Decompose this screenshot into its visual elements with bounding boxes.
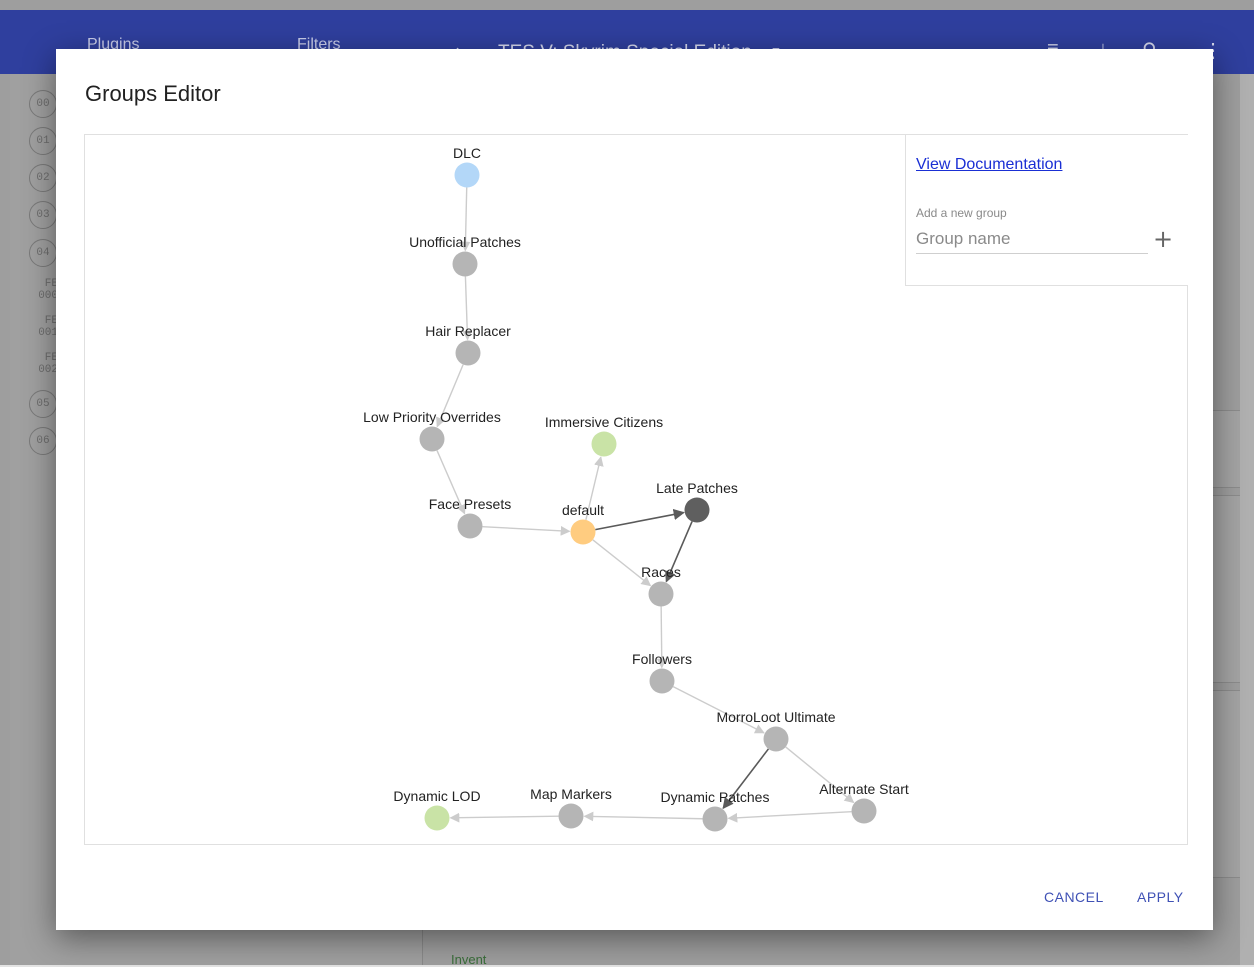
graph-node-label: Followers [632, 651, 692, 667]
graph-node-dynlod[interactable]: Dynamic LOD [393, 788, 481, 831]
graph-node-circle[interactable] [558, 803, 584, 829]
graph-node-unofficial[interactable]: Unofficial Patches [409, 234, 521, 277]
graph-node-circle[interactable] [851, 798, 877, 824]
graph-node-circle[interactable] [684, 497, 710, 523]
add-group-label: Add a new group [916, 206, 1007, 220]
graph-node-label: MorroLoot Ultimate [716, 709, 835, 725]
graph-nodes: DLC Unofficial Patches Hair Replacer Low Pr… [363, 145, 909, 832]
plugin-index: FE 000 [38, 278, 58, 302]
plugin-card [1210, 410, 1240, 488]
graph-node-label: Hair Replacer [425, 323, 511, 339]
plugin-card [1210, 495, 1240, 683]
plugin-index: FE 001 [38, 315, 58, 339]
plugin-card [1210, 690, 1240, 878]
graph-node-default[interactable]: default [562, 502, 604, 545]
graph-edge-default-to-late[interactable] [595, 508, 685, 531]
graph-node-circle[interactable] [424, 805, 450, 831]
scrollbar[interactable] [1240, 74, 1254, 965]
side-panel: View Documentation Add a new group + [905, 135, 1188, 286]
plugin-index: 01 [29, 127, 57, 155]
plugin-index: 00 [29, 90, 57, 118]
graph-node-alternate[interactable]: Alternate Start [819, 781, 909, 824]
graph-edge-alternate-to-dynpatch[interactable] [727, 810, 852, 823]
graph-node-immersive[interactable]: Immersive Citizens [545, 414, 663, 457]
graph-node-circle[interactable] [452, 251, 478, 277]
plugin-index: 02 [29, 164, 57, 192]
graph-node-label: Unofficial Patches [409, 234, 521, 250]
graph-node-label: DLC [453, 145, 481, 161]
graph-node-circle[interactable] [763, 726, 789, 752]
plugin-index: 06 [29, 427, 57, 455]
dialog-title: Groups Editor [85, 81, 221, 106]
graph-edge-mapmarkers-to-dynlod[interactable] [449, 812, 559, 823]
graph-node-label: Races [641, 564, 681, 580]
graph-node-label: Dynamic LOD [393, 788, 480, 804]
apply-button[interactable]: APPLY [1137, 889, 1184, 905]
graph-node-circle[interactable] [702, 806, 728, 832]
graph-node-followers[interactable]: Followers [632, 651, 692, 694]
graph-node-races[interactable]: Races [641, 564, 681, 607]
graph-node-circle[interactable] [591, 431, 617, 457]
graph-node-hair[interactable]: Hair Replacer [425, 323, 511, 366]
graph-node-circle[interactable] [455, 340, 481, 366]
view-documentation-link[interactable]: View Documentation [916, 156, 1062, 174]
graph-node-lowpri[interactable]: Low Priority Overrides [363, 409, 501, 452]
cancel-button[interactable]: CANCEL [1044, 889, 1104, 905]
graph-node-label: Late Patches [656, 480, 738, 496]
graph-node-circle[interactable] [570, 519, 596, 545]
plus-icon[interactable]: + [1152, 227, 1174, 251]
group-graph[interactable]: DLC Unofficial Patches Hair Replacer Low Pr… [84, 134, 1188, 845]
graph-node-dynpatch[interactable]: Dynamic Patches [661, 789, 770, 832]
graph-node-label: Face Presets [429, 496, 511, 512]
graph-node-circle[interactable] [454, 162, 480, 188]
graph-node-label: Immersive Citizens [545, 414, 663, 430]
graph-node-circle[interactable] [419, 426, 445, 452]
graph-node-morroloot[interactable]: MorroLoot Ultimate [716, 709, 836, 752]
graph-edge-dynpatch-to-mapmarkers[interactable] [583, 811, 703, 822]
graph-node-circle[interactable] [648, 581, 674, 607]
graph-node-dlc[interactable]: DLC [453, 145, 481, 188]
groups-editor-dialog: Groups Editor DLC Unofficial Patches Hair … [56, 49, 1213, 930]
group-name-input[interactable] [916, 225, 1148, 254]
graph-node-label: Low Priority Overrides [363, 409, 501, 425]
plugin-index: 04 [29, 239, 57, 267]
graph-edge-face-to-default[interactable] [482, 525, 571, 536]
graph-node-label: Alternate Start [819, 781, 909, 797]
graph-node-circle[interactable] [649, 668, 675, 694]
graph-node-label: Map Markers [530, 786, 612, 802]
graph-node-label: default [562, 502, 604, 518]
graph-node-mapmarkers[interactable]: Map Markers [530, 786, 612, 829]
plugin-index: 03 [29, 201, 57, 229]
graph-node-label: Dynamic Patches [661, 789, 770, 805]
graph-node-circle[interactable] [457, 513, 483, 539]
plugin-index: FE 002 [38, 352, 58, 376]
graph-node-face[interactable]: Face Presets [429, 496, 511, 539]
plugin-index: 05 [29, 390, 57, 418]
